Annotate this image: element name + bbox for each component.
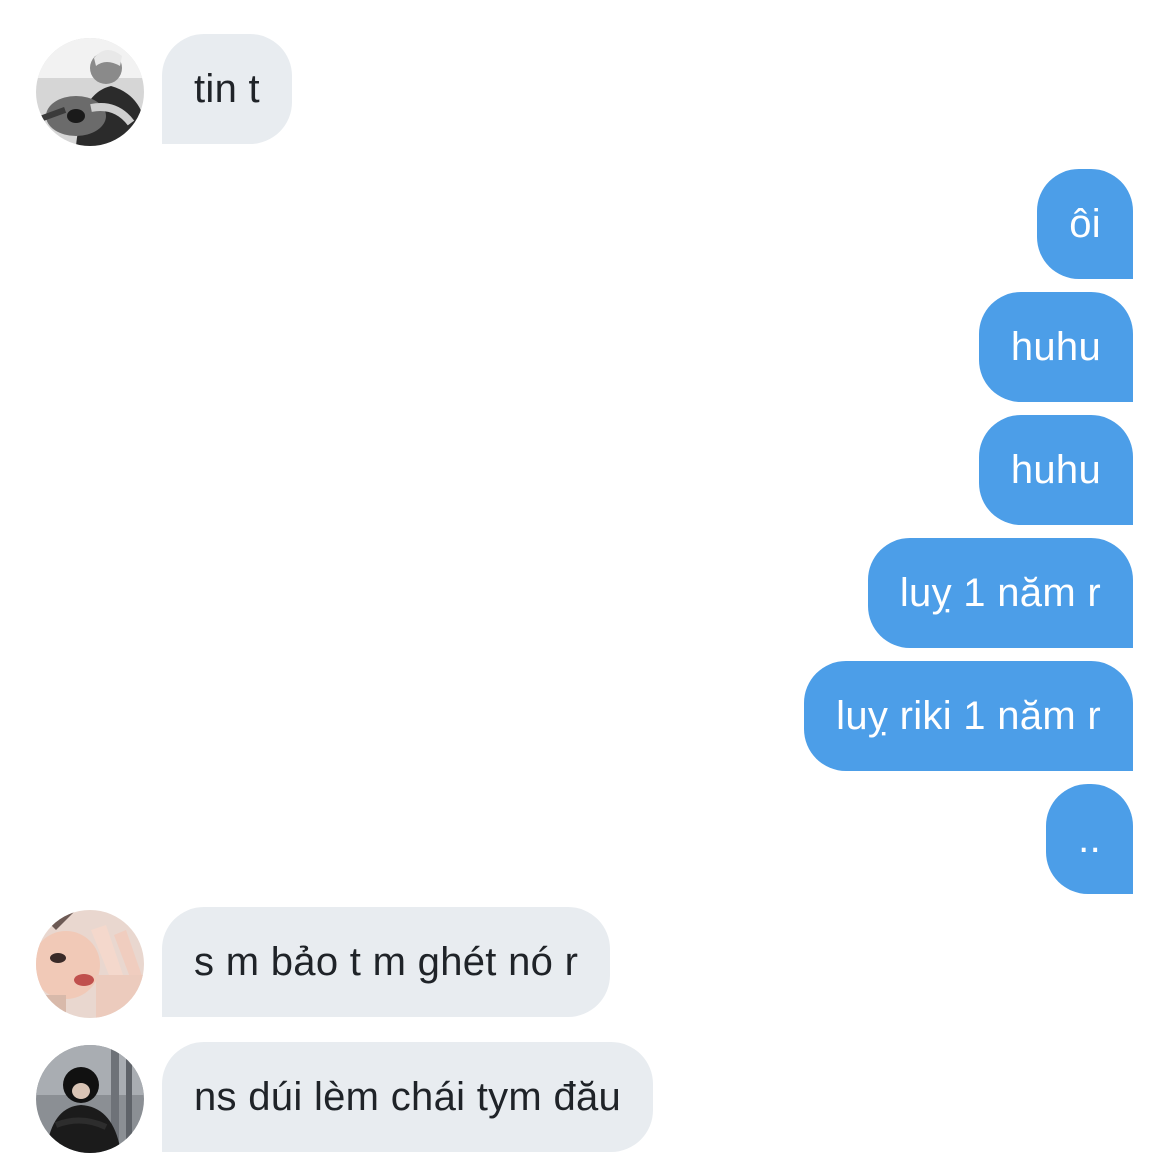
peace-sign-avatar[interactable] — [36, 910, 144, 1018]
message-bubble-outgoing[interactable]: .. — [1046, 784, 1133, 894]
message-bubble-outgoing[interactable]: luỵ 1 năm r — [867, 538, 1133, 648]
message-bubble-outgoing[interactable]: ôi — [1037, 169, 1133, 279]
dark-jacket-avatar-image — [36, 1045, 144, 1153]
message-text: huhu — [1010, 447, 1101, 492]
message-text: s m bảo t m ghét nó r — [194, 939, 579, 984]
guitar-player-avatar-image — [36, 38, 144, 146]
message-text: .. — [1078, 816, 1101, 861]
dark-jacket-avatar[interactable] — [36, 1045, 144, 1153]
message-bubble-incoming[interactable]: tin t — [162, 34, 292, 144]
message-text: ôi — [1069, 201, 1101, 246]
message-bubble-outgoing[interactable]: huhu — [978, 415, 1133, 525]
message-bubble-incoming[interactable]: s m bảo t m ghét nó r — [162, 907, 611, 1017]
message-bubble-incoming[interactable]: ns dúi lèm chái tym đău — [162, 1042, 654, 1152]
message-bubble-outgoing[interactable]: huhu — [978, 292, 1133, 402]
peace-sign-avatar-image — [36, 910, 144, 1018]
message-text: ns dúi lèm chái tym đău — [194, 1074, 622, 1119]
message-text: tin t — [194, 66, 260, 111]
message-text: huhu — [1010, 324, 1101, 369]
message-text: luỵ 1 năm r — [899, 570, 1101, 615]
guitar-player-avatar[interactable] — [36, 38, 144, 146]
message-bubble-outgoing[interactable]: luỵ riki 1 năm r — [804, 661, 1133, 771]
chat-thread: tin t ôi huhu huhu luỵ 1 năm r luỵ riki … — [0, 0, 1170, 1162]
message-text: luỵ riki 1 năm r — [836, 693, 1101, 738]
